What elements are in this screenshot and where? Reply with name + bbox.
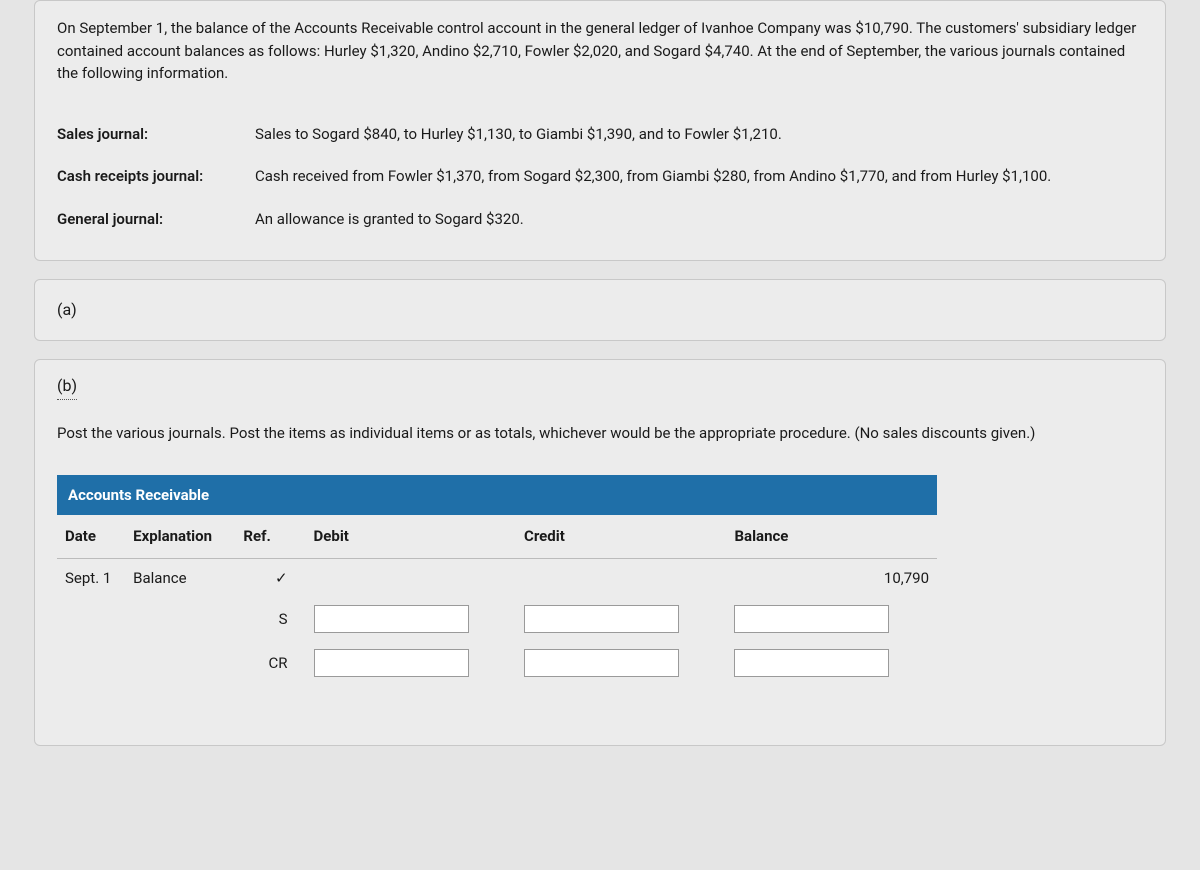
col-header-explanation: Explanation	[125, 515, 235, 558]
ledger-table: Date Explanation Ref. Debit Credit Balan…	[57, 515, 937, 685]
balance-input[interactable]	[734, 605, 889, 633]
cell-debit	[306, 558, 516, 597]
part-b-panel: (b) Post the various journals. Post the …	[34, 359, 1166, 746]
journal-text: An allowance is granted to Sogard $320.	[255, 208, 1143, 231]
part-a-panel: (a)	[34, 279, 1166, 341]
problem-intro: On September 1, the balance of the Accou…	[35, 11, 1165, 103]
ledger-table-wrap: Accounts Receivable Date Explanation Ref…	[57, 475, 937, 686]
journal-text: Sales to Sogard $840, to Hurley $1,130, …	[255, 123, 1143, 146]
cell-date	[57, 641, 125, 685]
journal-text: Cash received from Fowler $1,370, from S…	[255, 165, 1143, 188]
credit-input[interactable]	[524, 605, 679, 633]
journals-list: Sales journal: Sales to Sogard $840, to …	[35, 123, 1165, 261]
cell-credit	[516, 597, 726, 641]
journal-row-sales: Sales journal: Sales to Sogard $840, to …	[57, 123, 1143, 146]
cell-debit	[306, 641, 516, 685]
cell-explanation: Balance	[125, 558, 235, 597]
cell-date	[57, 597, 125, 641]
cell-ref: CR	[235, 641, 305, 685]
balance-input[interactable]	[734, 649, 889, 677]
col-header-balance: Balance	[726, 515, 937, 558]
debit-input[interactable]	[314, 605, 469, 633]
ledger-header-row: Date Explanation Ref. Debit Credit Balan…	[57, 515, 937, 558]
journal-label: Cash receipts journal:	[57, 165, 255, 188]
problem-panel: On September 1, the balance of the Accou…	[34, 0, 1166, 261]
ledger-title-bar: Accounts Receivable	[57, 475, 937, 516]
col-header-credit: Credit	[516, 515, 726, 558]
intro-text: On September 1, the balance of the Accou…	[57, 17, 1143, 85]
cell-balance: 10,790	[726, 558, 937, 597]
cell-explanation	[125, 641, 235, 685]
part-a-label: (a)	[57, 300, 77, 319]
cell-credit	[516, 641, 726, 685]
credit-input[interactable]	[524, 649, 679, 677]
cell-credit	[516, 558, 726, 597]
cell-ref: ✓	[235, 558, 305, 597]
instructions-text: Post the various journals. Post the item…	[57, 422, 1143, 445]
ledger-row-opening: Sept. 1 Balance ✓ 10,790	[57, 558, 937, 597]
debit-input[interactable]	[314, 649, 469, 677]
col-header-ref: Ref.	[235, 515, 305, 558]
page-root: On September 1, the balance of the Accou…	[0, 0, 1200, 870]
ledger-row-sales: S	[57, 597, 937, 641]
cell-debit	[306, 597, 516, 641]
journal-row-cash-receipts: Cash receipts journal: Cash received fro…	[57, 165, 1143, 188]
col-header-date: Date	[57, 515, 125, 558]
check-icon: ✓	[275, 569, 288, 587]
journal-row-general: General journal: An allowance is granted…	[57, 208, 1143, 231]
cell-ref: S	[235, 597, 305, 641]
ledger-row-cr: CR	[57, 641, 937, 685]
cell-date: Sept. 1	[57, 558, 125, 597]
journal-label: General journal:	[57, 208, 255, 231]
cell-explanation	[125, 597, 235, 641]
journal-label: Sales journal:	[57, 123, 255, 146]
part-b-label: (b)	[57, 374, 77, 400]
cell-balance	[726, 597, 937, 641]
col-header-debit: Debit	[306, 515, 516, 558]
cell-balance	[726, 641, 937, 685]
